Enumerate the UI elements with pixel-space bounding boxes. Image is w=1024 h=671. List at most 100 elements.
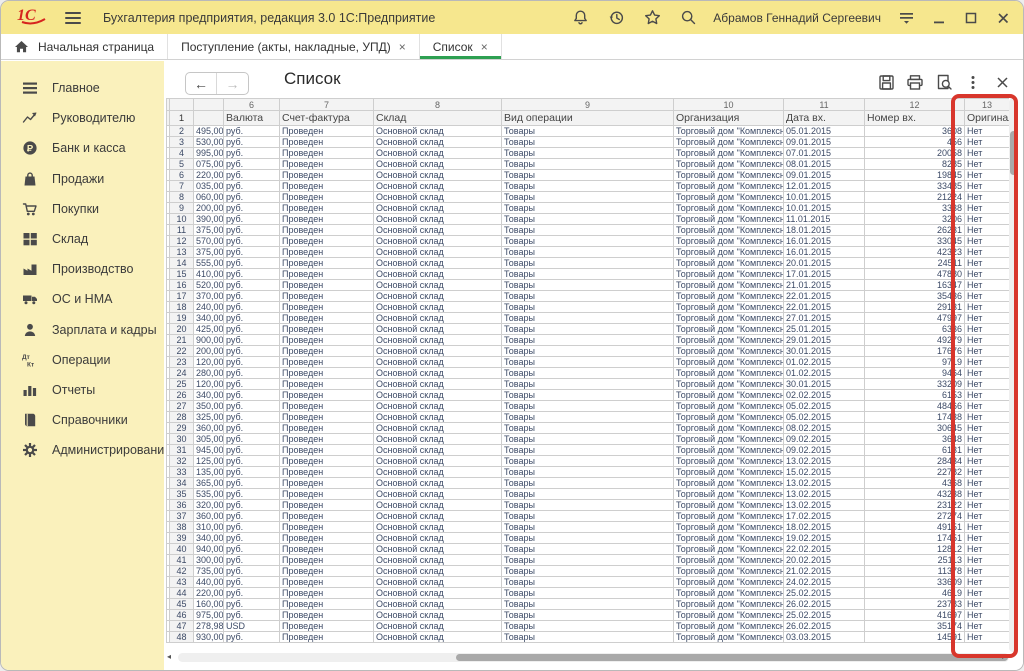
table-row[interactable]: 22200,00руб.ПроведенОсновной складТовары…: [167, 346, 1010, 357]
table-row[interactable]: 37360,00руб.ПроведенОсновной складТовары…: [167, 511, 1010, 522]
organization-cell[interactable]: Торговый дом "Комплексны: [674, 544, 784, 555]
incoming-date-cell[interactable]: 09.02.2015: [784, 434, 865, 445]
invoice-status-cell[interactable]: Проведен: [280, 357, 374, 368]
currency-cell[interactable]: руб.: [224, 401, 280, 412]
original-cell[interactable]: Нет: [965, 390, 1010, 401]
original-cell[interactable]: Нет: [965, 555, 1010, 566]
original-cell[interactable]: Нет: [965, 456, 1010, 467]
incoming-date-cell[interactable]: 22.02.2015: [784, 544, 865, 555]
operation-type-cell[interactable]: Товары: [502, 379, 674, 390]
row-number-cell[interactable]: 11: [170, 225, 194, 236]
amount-cell[interactable]: 390,00: [194, 214, 224, 225]
currency-cell[interactable]: руб.: [224, 610, 280, 621]
incoming-date-cell[interactable]: 22.01.2015: [784, 291, 865, 302]
organization-cell[interactable]: Торговый дом "Комплексны: [674, 379, 784, 390]
vertical-scrollbar-thumb[interactable]: [1010, 131, 1017, 175]
operation-type-cell[interactable]: Товары: [502, 423, 674, 434]
warehouse-cell[interactable]: Основной склад: [374, 632, 502, 643]
warehouse-cell[interactable]: Основной склад: [374, 555, 502, 566]
original-cell[interactable]: Нет: [965, 566, 1010, 577]
organization-cell[interactable]: Торговый дом "Комплексны: [674, 489, 784, 500]
amount-cell[interactable]: 570,00: [194, 236, 224, 247]
row-number-cell[interactable]: 40: [170, 544, 194, 555]
invoice-status-cell[interactable]: Проведен: [280, 511, 374, 522]
incoming-number-cell[interactable]: 28434: [865, 456, 965, 467]
row-number-cell[interactable]: 43: [170, 577, 194, 588]
incoming-number-cell[interactable]: 16347: [865, 280, 965, 291]
original-cell[interactable]: Нет: [965, 346, 1010, 357]
warehouse-cell[interactable]: Основной склад: [374, 247, 502, 258]
incoming-number-cell[interactable]: 20058: [865, 148, 965, 159]
original-cell[interactable]: Нет: [965, 148, 1010, 159]
amount-cell[interactable]: 200,00: [194, 346, 224, 357]
table-row[interactable]: 8060,00руб.ПроведенОсновной складТоварыТ…: [167, 192, 1010, 203]
table-row[interactable]: 39340,00руб.ПроведенОсновной складТовары…: [167, 533, 1010, 544]
original-cell[interactable]: Нет: [965, 379, 1010, 390]
original-cell[interactable]: Нет: [965, 357, 1010, 368]
organization-cell[interactable]: Торговый дом "Комплексны: [674, 214, 784, 225]
currency-cell[interactable]: руб.: [224, 280, 280, 291]
operation-type-cell[interactable]: Товары: [502, 632, 674, 643]
incoming-number-cell[interactable]: 6153: [865, 390, 965, 401]
incoming-number-cell[interactable]: 25113: [865, 555, 965, 566]
row-number-cell[interactable]: 31: [170, 445, 194, 456]
incoming-date-cell[interactable]: 25.01.2015: [784, 324, 865, 335]
organization-cell[interactable]: Торговый дом "Комплексны: [674, 269, 784, 280]
invoice-status-cell[interactable]: Проведен: [280, 258, 374, 269]
amount-cell[interactable]: 278,98: [194, 621, 224, 632]
original-cell[interactable]: Нет: [965, 544, 1010, 555]
original-cell[interactable]: Нет: [965, 489, 1010, 500]
organization-cell[interactable]: Торговый дом "Комплексны: [674, 478, 784, 489]
currency-cell[interactable]: руб.: [224, 423, 280, 434]
operation-type-cell[interactable]: Товары: [502, 280, 674, 291]
currency-cell[interactable]: руб.: [224, 445, 280, 456]
operation-type-cell[interactable]: Товары: [502, 478, 674, 489]
currency-cell[interactable]: руб.: [224, 478, 280, 489]
organization-cell[interactable]: Торговый дом "Комплексны: [674, 401, 784, 412]
h-scroll-right-icon[interactable]: ▸: [1002, 652, 1006, 661]
incoming-number-cell[interactable]: 23783: [865, 599, 965, 610]
operation-type-cell[interactable]: Товары: [502, 170, 674, 181]
warehouse-cell[interactable]: Основной склад: [374, 302, 502, 313]
row-number-cell[interactable]: 46: [170, 610, 194, 621]
invoice-status-cell[interactable]: Проведен: [280, 236, 374, 247]
table-row[interactable]: 44220,00руб.ПроведенОсновной складТовары…: [167, 588, 1010, 599]
warehouse-cell[interactable]: Основной склад: [374, 610, 502, 621]
sidebar-item-zarplata-i-kadry[interactable]: Зарплата и кадры: [1, 315, 164, 345]
amount-cell[interactable]: 535,00: [194, 489, 224, 500]
warehouse-cell[interactable]: Основной склад: [374, 148, 502, 159]
column-number[interactable]: 7: [280, 99, 374, 111]
warehouse-cell[interactable]: Основной склад: [374, 269, 502, 280]
tab-list[interactable]: Список ×: [420, 34, 502, 59]
warehouse-cell[interactable]: Основной склад: [374, 588, 502, 599]
incoming-number-cell[interactable]: 42323: [865, 247, 965, 258]
operation-type-cell[interactable]: Товары: [502, 313, 674, 324]
organization-cell[interactable]: Торговый дом "Комплексны: [674, 137, 784, 148]
amount-cell[interactable]: 975,00: [194, 610, 224, 621]
table-row[interactable]: 32125,00руб.ПроведенОсновной складТовары…: [167, 456, 1010, 467]
incoming-number-cell[interactable]: 24511: [865, 258, 965, 269]
original-cell[interactable]: Нет: [965, 467, 1010, 478]
invoice-status-cell[interactable]: Проведен: [280, 445, 374, 456]
row-number-cell[interactable]: 34: [170, 478, 194, 489]
incoming-date-cell[interactable]: 01.02.2015: [784, 368, 865, 379]
operation-type-cell[interactable]: Товары: [502, 346, 674, 357]
invoice-status-cell[interactable]: Проведен: [280, 423, 374, 434]
table-row[interactable]: 46975,00руб.ПроведенОсновной складТовары…: [167, 610, 1010, 621]
incoming-date-cell[interactable]: 21.02.2015: [784, 566, 865, 577]
organization-cell[interactable]: Торговый дом "Комплексны: [674, 324, 784, 335]
table-row[interactable]: 6220,00руб.ПроведенОсновной складТоварыТ…: [167, 170, 1010, 181]
row-number-cell[interactable]: 24: [170, 368, 194, 379]
invoice-status-cell[interactable]: Проведен: [280, 522, 374, 533]
organization-cell[interactable]: Торговый дом "Комплексны: [674, 577, 784, 588]
incoming-number-cell[interactable]: 9464: [865, 368, 965, 379]
incoming-number-cell[interactable]: 35174: [865, 621, 965, 632]
row-number-cell[interactable]: 39: [170, 533, 194, 544]
incoming-date-cell[interactable]: 16.01.2015: [784, 236, 865, 247]
row-number-cell[interactable]: 12: [170, 236, 194, 247]
currency-cell[interactable]: руб.: [224, 379, 280, 390]
organization-cell[interactable]: Торговый дом "Комплексны: [674, 522, 784, 533]
warehouse-cell[interactable]: Основной склад: [374, 181, 502, 192]
sidebar-item-sklad[interactable]: Склад: [1, 224, 164, 254]
table-row[interactable]: 18240,00руб.ПроведенОсновной складТовары…: [167, 302, 1010, 313]
